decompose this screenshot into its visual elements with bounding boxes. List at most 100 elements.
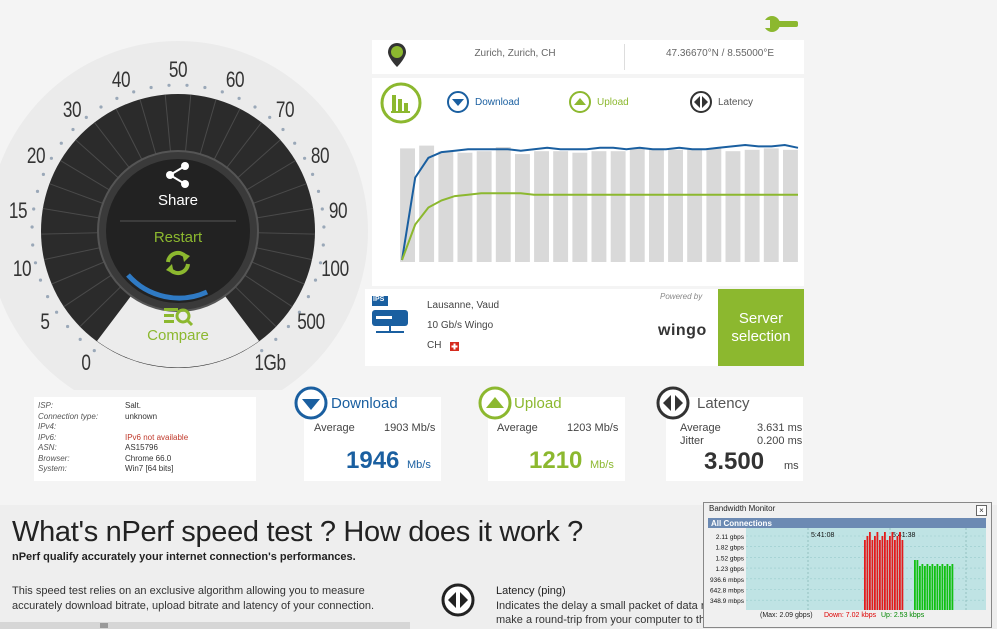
download-icon [294, 386, 328, 420]
bandwidth-up-bar [916, 560, 919, 610]
bandwidth-down-bar [899, 532, 901, 610]
gauge-dot [167, 83, 171, 87]
server-badge: IPS [373, 296, 385, 303]
scrollbar-grip[interactable] [100, 623, 108, 628]
share-button[interactable]: Share [128, 192, 228, 209]
gauge-dot [185, 83, 189, 87]
bandwidth-down-bar [894, 540, 896, 610]
chart-bar [610, 151, 626, 262]
gauge-tick-label: 90 [328, 198, 348, 223]
chart-bar [629, 148, 645, 262]
gauge-tick-label: 100 [320, 255, 349, 281]
bandwidth-up-bar [951, 564, 954, 610]
upload-title: Upload [514, 395, 562, 412]
gauge-tick-label: 30 [62, 97, 81, 123]
upload-average-label: Average [497, 422, 538, 434]
jitter-value: 0.200 ms [757, 435, 803, 447]
connection-info: ISP: Salt. Connection type: unknown IPv4: … [34, 397, 256, 481]
chart-bar [534, 151, 549, 262]
gauge-tick-label: 50 [168, 57, 188, 82]
bandwidth-down-bar [879, 540, 881, 610]
bandwidth-tab-all-connections[interactable]: All Connections [711, 519, 772, 528]
gauge-dot [281, 127, 285, 132]
info-row-system: System: Win7 [64 bits] [38, 464, 174, 473]
chart-bar [476, 151, 492, 262]
bandwidth-y-tick: 2.11 gbps [716, 534, 745, 541]
compare-button[interactable]: Compare [128, 327, 228, 344]
server-button-line1: Server [738, 309, 784, 327]
gauge-tick-label: 70 [275, 97, 294, 123]
legend-download-label: Download [475, 96, 520, 108]
gauge-dot [84, 115, 88, 119]
gauge-dot [55, 310, 59, 314]
location-city: Zurich, Zurich, CH [474, 48, 556, 59]
gauge-dot [49, 156, 54, 160]
gauge-tick-label: 20 [26, 142, 46, 168]
gauge-dot [322, 225, 326, 229]
download-unit: Mb/s [407, 459, 431, 471]
upload-average-value: 1203 Mb/s [567, 422, 619, 434]
bandwidth-down-bar [886, 540, 889, 610]
gauge-tick-label: 0 [81, 349, 91, 375]
gauge-dot [78, 337, 82, 341]
info-row-connection: Connection type: unknown [38, 411, 158, 421]
download-arrow-icon [447, 91, 469, 113]
horizontal-scrollbar[interactable] [0, 622, 410, 629]
info-row-asn: ASN: AS15796 [38, 443, 158, 452]
chart-bar [783, 149, 798, 262]
bandwidth-down-bar [871, 540, 874, 610]
gauge-dot [237, 96, 241, 100]
download-average-value: 1903 Mb/s [384, 422, 436, 434]
gauge-dot [99, 105, 103, 109]
article-paragraph-line2: accurately download bitrate, upload bitr… [12, 600, 375, 612]
chart-icon[interactable] [380, 82, 422, 124]
restart-icon[interactable] [163, 248, 193, 278]
bandwidth-up-bar [926, 564, 929, 610]
info-row-browser: Browser: Chrome 66.0 [38, 453, 172, 463]
info-row-ipv6: IPv6: IPv6 not available [38, 432, 189, 442]
bandwidth-up-bar [941, 564, 944, 610]
gauge-tick-label: 10 [12, 255, 31, 281]
bandwidth-up: Up: 2.53 kbps [881, 612, 925, 619]
gauge-tick-label: 60 [225, 67, 245, 93]
bandwidth-down-bar [889, 536, 891, 610]
bandwidth-down-bar [874, 536, 876, 610]
bandwidth-up-bar [944, 566, 946, 610]
latency-average-label: Average [680, 422, 721, 434]
latency-ping-icon [441, 583, 475, 617]
powered-by-label: Powered by [660, 292, 703, 301]
gauge-tick-label: 500 [297, 308, 325, 334]
server-city: Lausanne, Vaud [427, 300, 500, 311]
bandwidth-y-tick: 1.82 gbps [715, 545, 744, 552]
chart-bar [438, 151, 454, 262]
latency-unit: ms [784, 460, 799, 472]
bandwidth-close-button[interactable]: × [976, 505, 987, 516]
gauge-dot [203, 85, 207, 90]
gauge-dot [30, 225, 34, 229]
chart-bar [668, 149, 683, 262]
download-title: Download [331, 395, 398, 412]
upload-result: 1210 [529, 447, 583, 474]
chart-bar [725, 151, 741, 262]
bandwidth-y-tick: 1.23 gbps [715, 566, 744, 573]
bandwidth-down: Down: 7.02 kbps [824, 612, 877, 619]
bandwidth-y-tick: 936.6 mbps [710, 577, 745, 584]
bandwidth-up-bar [921, 564, 924, 610]
location-pin-icon [388, 43, 406, 67]
restart-button[interactable]: Restart [128, 229, 228, 246]
gauge-dot [32, 207, 36, 211]
gauge-dot [316, 189, 321, 193]
compare-icon[interactable] [162, 305, 194, 327]
gauge-dot [92, 349, 96, 353]
server-selection-button[interactable]: Server selection [718, 289, 804, 366]
share-icon[interactable] [163, 160, 193, 190]
bandwidth-down-bar [876, 532, 879, 610]
wrench-icon[interactable] [762, 13, 800, 35]
gauge-dot [35, 189, 40, 193]
gauge-dot [41, 172, 46, 176]
chart-bar [763, 148, 779, 262]
gauge-dot [321, 243, 325, 247]
latency-ping-title: Latency (ping) [496, 585, 566, 597]
gauge-tick-label: 5 [40, 308, 50, 334]
chart-bar [591, 151, 607, 262]
